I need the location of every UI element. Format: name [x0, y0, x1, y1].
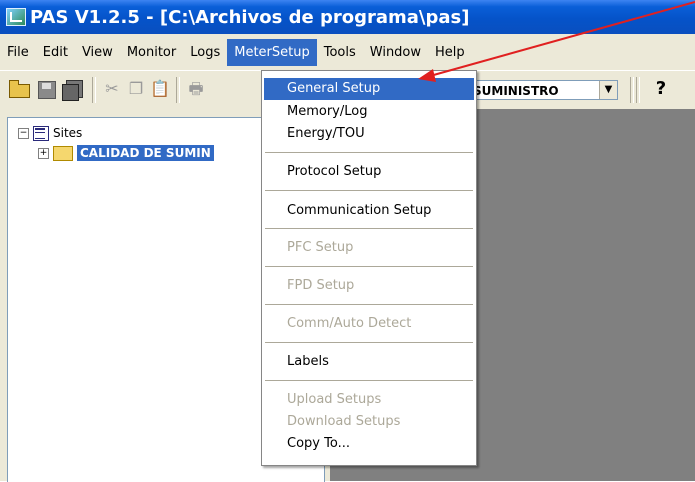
annotation-arrow: [418, 1, 695, 82]
